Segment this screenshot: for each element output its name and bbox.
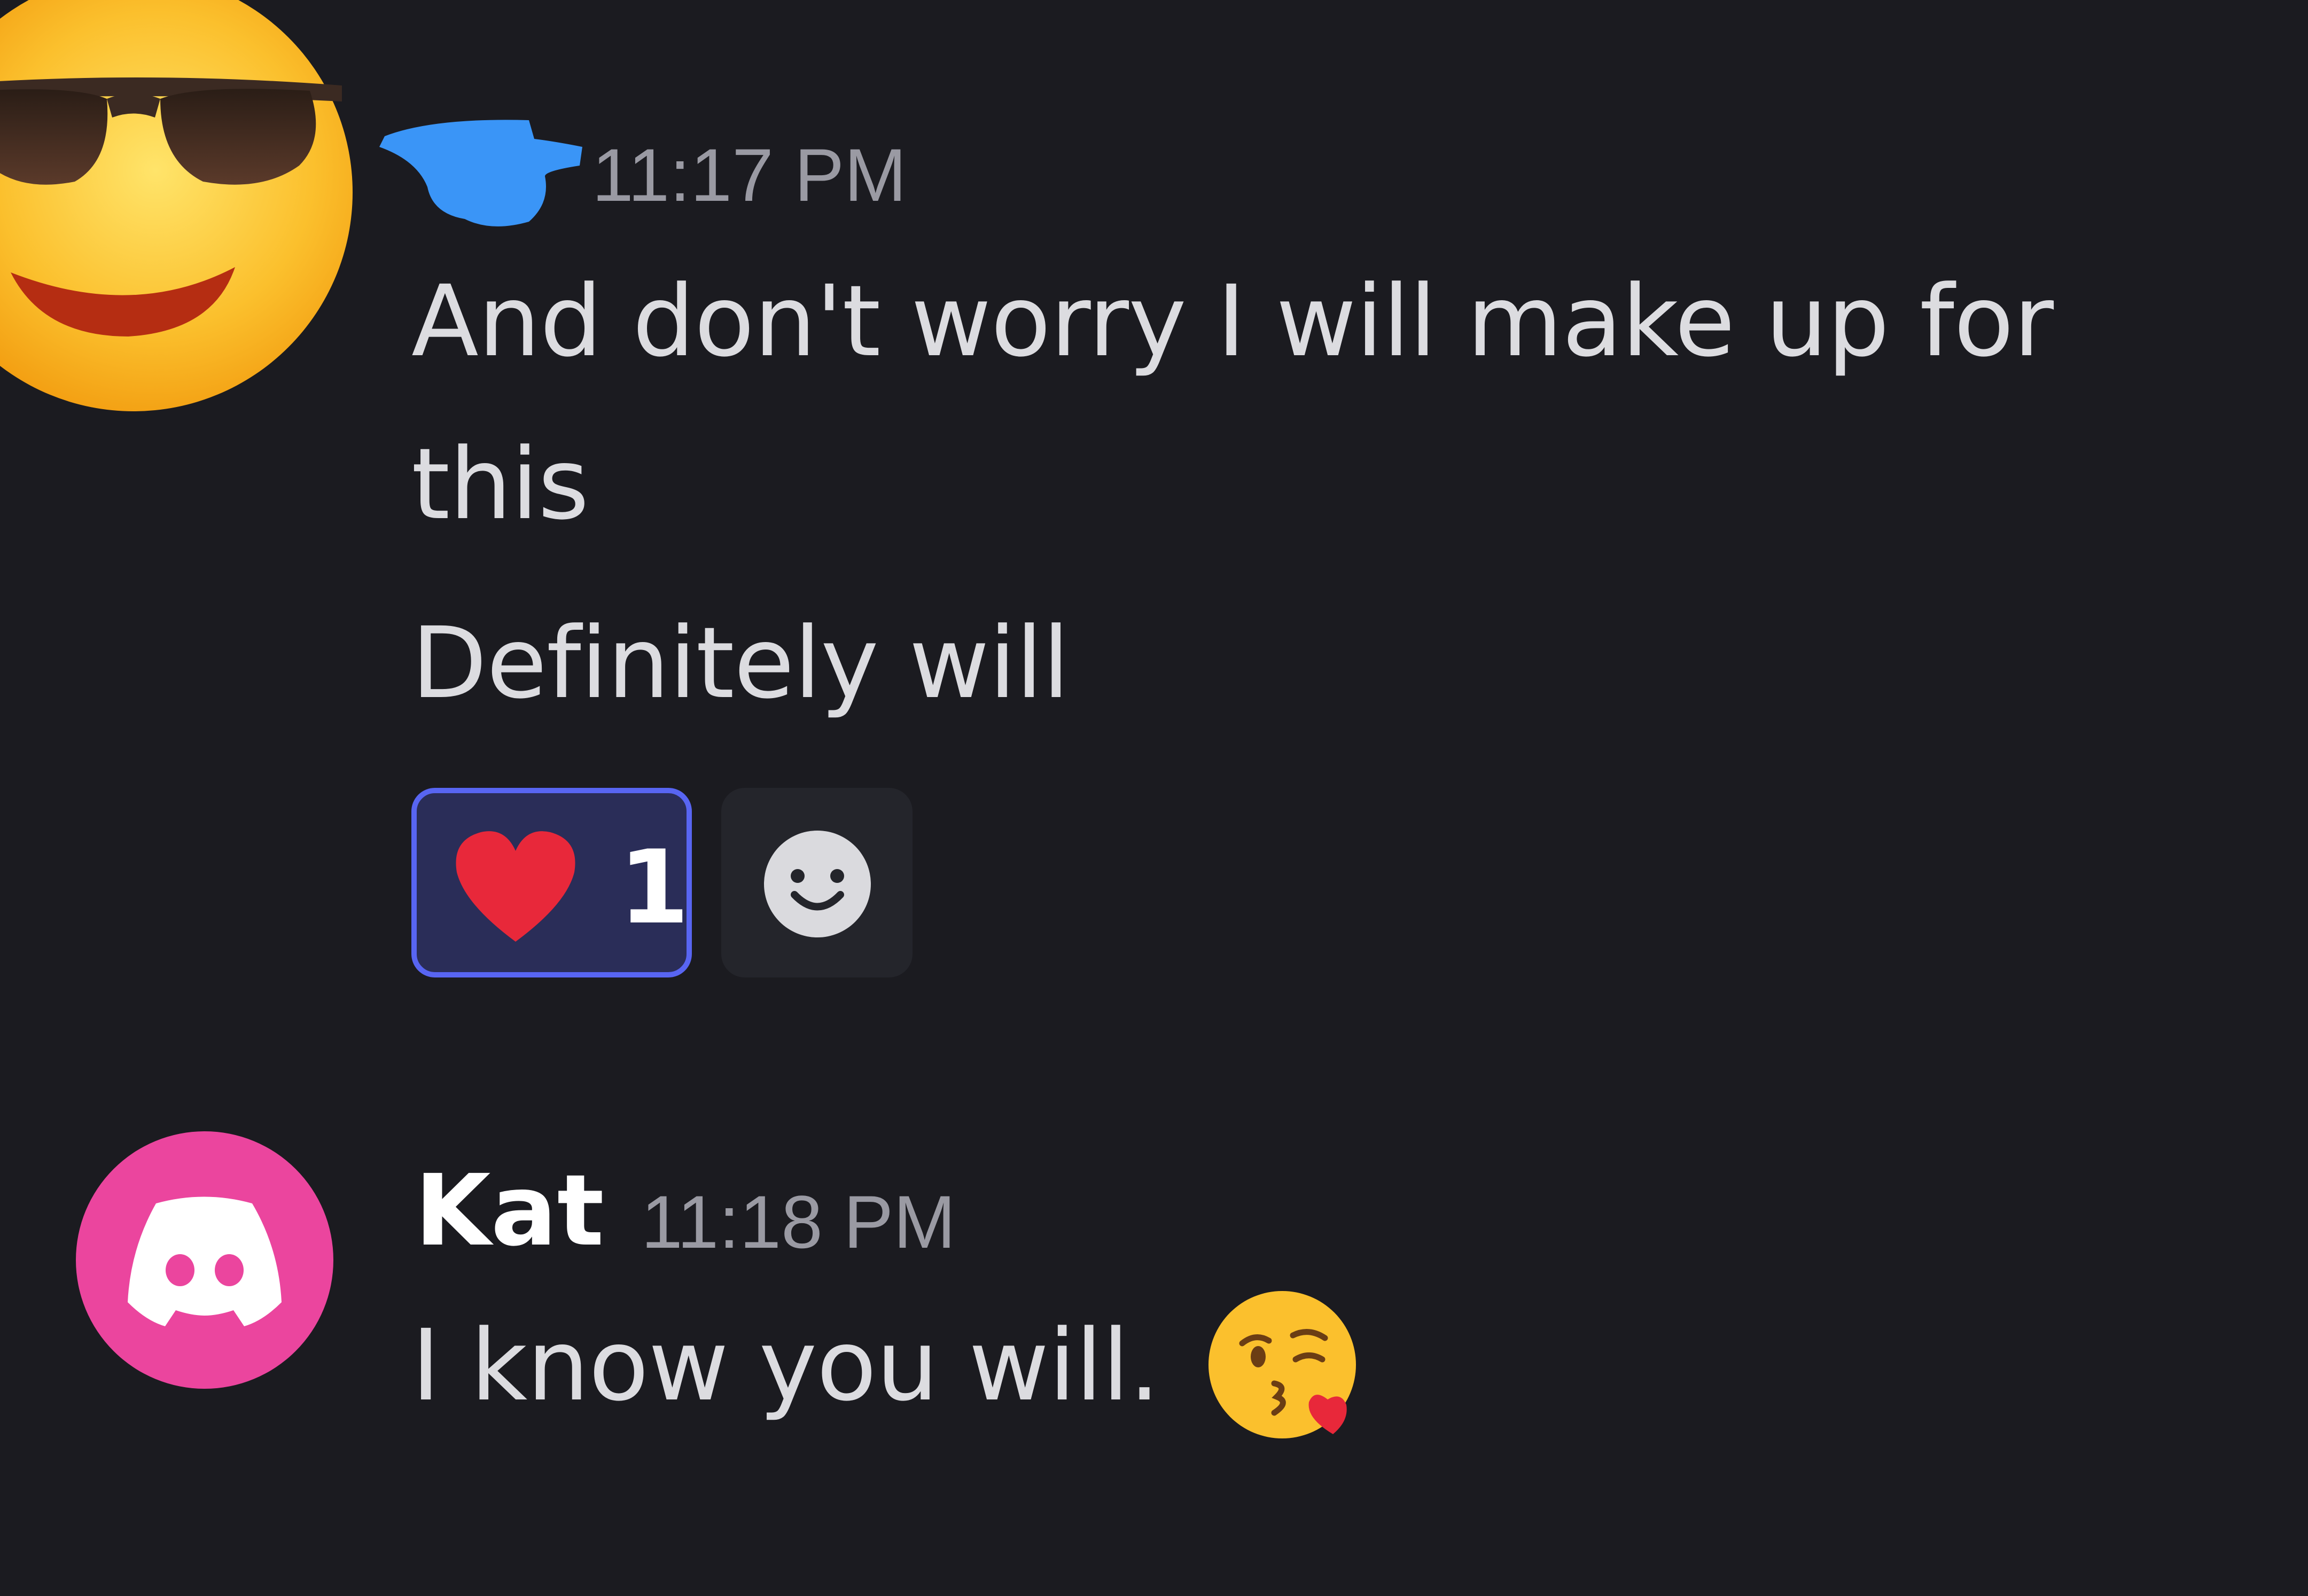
message-timestamp: 11:17 PM: [592, 133, 907, 217]
add-reaction-button[interactable]: [721, 788, 913, 977]
message-text-line: Definitely will: [411, 606, 1070, 721]
redacted-username: [379, 120, 582, 226]
chat-view: 11:17 PM And don't worry I will make up …: [0, 0, 2308, 1596]
message-text-line: And don't worry I will make up for: [411, 264, 2054, 379]
user-avatar-sunglasses-emoji[interactable]: [0, 0, 363, 427]
message-timestamp: 11:18 PM: [641, 1180, 956, 1264]
user-avatar-kat[interactable]: [76, 1131, 333, 1389]
discord-logo-icon: [128, 1196, 282, 1326]
add-reaction-icon: [764, 831, 871, 937]
reaction-count: 1: [619, 828, 690, 946]
message-author[interactable]: Kat: [415, 1162, 604, 1260]
heart-icon: [456, 831, 575, 942]
message-text-line: I know you will.: [411, 1309, 1160, 1423]
reaction-heart-button[interactable]: 1: [411, 788, 692, 977]
message-text-line: this: [411, 427, 589, 542]
kissing-face-heart-emoji: [1208, 1291, 1356, 1438]
